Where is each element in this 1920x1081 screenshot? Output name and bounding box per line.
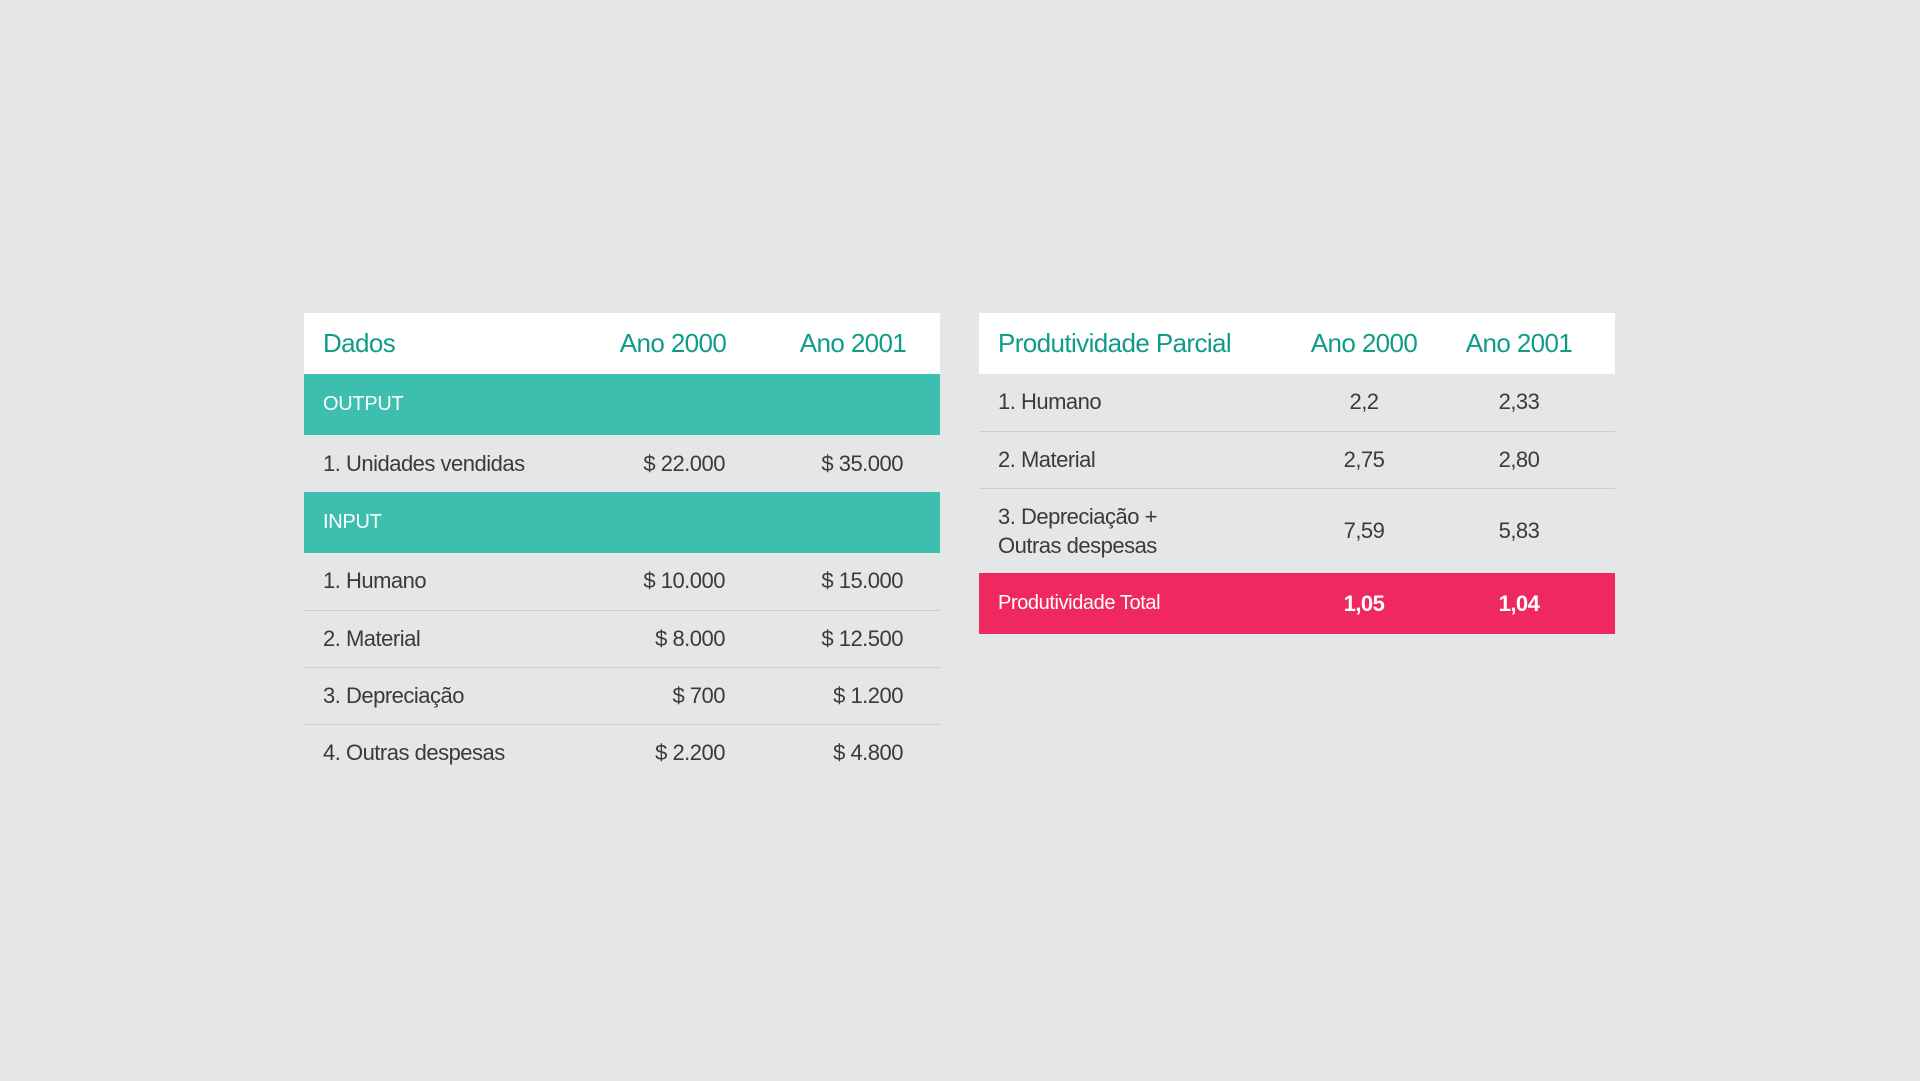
row-value-2000: $ 10.000 xyxy=(643,568,725,594)
row-value-2001: 2,80 xyxy=(1498,446,1540,472)
dados-header-label: Dados xyxy=(323,328,396,358)
output-section-label: OUTPUT xyxy=(323,393,404,415)
row-value-2001: $ 1.200 xyxy=(833,682,903,708)
row-label: 1. Humano xyxy=(323,568,427,594)
table-row: 3. Depreciação $ 700 $ 1.200 xyxy=(304,667,940,724)
row-value-2001: $ 12.500 xyxy=(821,625,903,651)
row-label-line-2: Outras despesas xyxy=(998,532,1157,558)
total-value-2000: 1,05 xyxy=(1343,590,1385,616)
table-row: 2. Material 2,75 2,80 xyxy=(979,431,1615,488)
row-label: 3. Depreciação xyxy=(323,682,464,708)
row-label: 1. Humano xyxy=(998,389,1102,415)
row-value-2000: $ 8.000 xyxy=(655,625,725,651)
input-section-row: INPUT xyxy=(304,492,940,553)
table-row: 1. Unidades vendidas $ 22.000 $ 35.000 xyxy=(304,435,940,492)
row-label-line-1: 3. Depreciação + xyxy=(998,503,1157,529)
produtividade-header-label: Produtividade Parcial xyxy=(998,328,1232,358)
row-value-2001: 2,33 xyxy=(1498,389,1540,415)
table-row: 1. Humano $ 10.000 $ 15.000 xyxy=(304,553,940,610)
row-label: 4. Outras despesas xyxy=(323,739,505,765)
table-row: 1. Humano 2,2 2,33 xyxy=(979,374,1615,431)
row-value-2000: $ 2.200 xyxy=(655,739,725,765)
produtividade-header-row: Produtividade Parcial Ano 2000 Ano 2001 xyxy=(979,313,1615,374)
output-section-row: OUTPUT xyxy=(304,374,940,435)
table-row: 2. Material $ 8.000 $ 12.500 xyxy=(304,610,940,667)
row-value-2000: 2,2 xyxy=(1349,389,1379,415)
produtividade-table: Produtividade Parcial Ano 2000 Ano 2001 … xyxy=(979,313,1615,634)
row-value-2001: $ 4.800 xyxy=(833,739,903,765)
dados-header-2000: Ano 2000 xyxy=(619,328,727,358)
row-value-2000: $ 700 xyxy=(672,682,725,708)
row-label: 2. Material xyxy=(323,625,421,651)
dados-table: Dados Ano 2000 Ano 2001 OUTPUT 1. Unidad… xyxy=(304,313,940,781)
input-section-label: INPUT xyxy=(323,511,382,533)
row-value-2000: 2,75 xyxy=(1343,446,1385,472)
dados-header-2001: Ano 2001 xyxy=(799,328,907,358)
dados-header-row: Dados Ano 2000 Ano 2001 xyxy=(304,313,940,374)
produtividade-header-2001: Ano 2001 xyxy=(1465,328,1573,358)
row-value-2000: 7,59 xyxy=(1343,517,1385,543)
total-value-2001: 1,04 xyxy=(1498,590,1540,616)
row-label: 3. Depreciação + Outras despesas xyxy=(979,488,1279,573)
row-value-2001: $ 35.000 xyxy=(821,450,903,476)
row-value-2000: $ 22.000 xyxy=(643,450,725,476)
row-label: 2. Material xyxy=(998,446,1096,472)
table-row: 4. Outras despesas $ 2.200 $ 4.800 xyxy=(304,724,940,781)
total-label: Produtividade Total xyxy=(998,592,1161,614)
row-value-2001: $ 15.000 xyxy=(821,568,903,594)
row-label: 1. Unidades vendidas xyxy=(323,450,525,476)
row-value-2001: 5,83 xyxy=(1498,517,1540,543)
produtividade-header-2000: Ano 2000 xyxy=(1310,328,1418,358)
total-row: Produtividade Total 1,05 1,04 xyxy=(979,573,1615,634)
table-row: 3. Depreciação + Outras despesas 7,59 5,… xyxy=(979,488,1615,573)
